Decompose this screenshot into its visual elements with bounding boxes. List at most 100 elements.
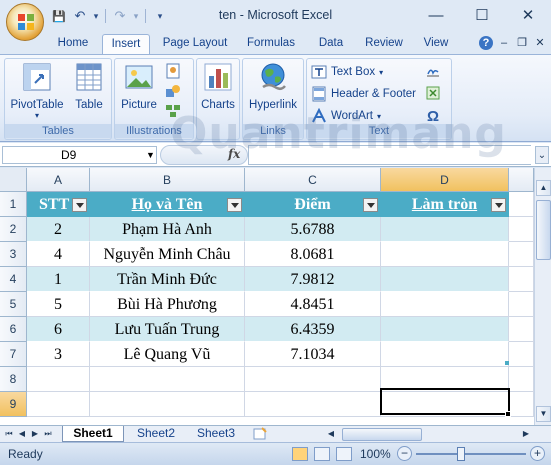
tab-page-layout[interactable]: Page Layout	[158, 34, 232, 54]
zoom-level[interactable]: 100%	[360, 447, 391, 461]
table-cell[interactable]: 7.9812	[245, 267, 381, 292]
page-layout-view-icon[interactable]	[314, 447, 330, 461]
table-button[interactable]: Table	[69, 61, 109, 111]
table-cell[interactable]: Nguyễn Minh Châu	[90, 242, 245, 267]
header-footer-button[interactable]: Header & Footer	[311, 84, 416, 104]
workbook-close-button[interactable]: ✕	[533, 36, 547, 50]
workbook-minimize-button[interactable]: –	[497, 36, 511, 50]
table-cell[interactable]: 2	[27, 217, 90, 242]
pivottable-button[interactable]: PivotTable ▾	[9, 61, 65, 120]
table-cell[interactable]: Trần Minh Đức	[90, 267, 245, 292]
table-cell[interactable]: 6	[27, 317, 90, 342]
empty-cell[interactable]	[509, 217, 534, 242]
object-icon[interactable]	[425, 85, 441, 101]
empty-cell[interactable]	[509, 292, 534, 317]
sheet-tab-sheet3[interactable]: Sheet3	[188, 426, 244, 442]
fill-handle[interactable]	[505, 411, 511, 417]
table-cell[interactable]: 6.4359	[245, 317, 381, 342]
table-cell[interactable]: 8.0681	[245, 242, 381, 267]
column-header-b[interactable]: B	[90, 168, 245, 192]
last-sheet-icon[interactable]: ⏭	[43, 428, 53, 440]
filter-dropdown-icon[interactable]	[363, 198, 378, 212]
row-header[interactable]: 6	[0, 317, 27, 342]
prev-sheet-icon[interactable]: ◀	[17, 428, 27, 440]
scroll-left-icon[interactable]: ◀	[326, 428, 336, 440]
insert-function-icon[interactable]: fx	[228, 147, 240, 161]
zoom-in-icon[interactable]: +	[530, 446, 545, 461]
normal-view-icon[interactable]	[292, 447, 308, 461]
table-resize-handle[interactable]	[505, 361, 509, 365]
zoom-slider-thumb[interactable]	[457, 447, 465, 461]
symbol-icon[interactable]: Ω	[427, 106, 439, 126]
charts-button[interactable]: Charts	[199, 61, 237, 111]
horizontal-scrollbar[interactable]: ◀ ▶	[318, 427, 533, 442]
table-cell[interactable]: Lưu Tuấn Trung	[90, 317, 245, 342]
text-box-button[interactable]: Text Box ▾	[311, 62, 383, 82]
table-cell[interactable]: 7.1034	[245, 342, 381, 367]
scroll-right-icon[interactable]: ▶	[521, 428, 531, 440]
filter-dropdown-icon[interactable]	[72, 198, 87, 212]
close-button[interactable]: ✕	[505, 0, 551, 30]
empty-cell[interactable]	[509, 317, 534, 342]
table-cell[interactable]	[381, 342, 509, 367]
wordart-button[interactable]: WordArt ▾	[311, 106, 381, 126]
table-cell[interactable]: 4	[27, 242, 90, 267]
filter-dropdown-icon[interactable]	[227, 198, 242, 212]
column-header-d[interactable]: D	[381, 168, 509, 192]
row-header[interactable]: 3	[0, 242, 27, 267]
zoom-slider-track[interactable]	[416, 453, 526, 455]
row-header[interactable]: 2	[0, 217, 27, 242]
sheet-tab-sheet1[interactable]: Sheet1	[62, 426, 124, 442]
picture-button[interactable]: Picture	[117, 61, 161, 111]
workbook-restore-button[interactable]: ❐	[515, 36, 529, 50]
empty-cell[interactable]	[509, 367, 534, 392]
table-cell[interactable]: Bùi Hà Phương	[90, 292, 245, 317]
table-cell[interactable]: Phạm Hà Anh	[90, 217, 245, 242]
empty-cell[interactable]	[509, 392, 534, 417]
name-box-dropdown-icon[interactable]: ▼	[146, 150, 155, 160]
table-cell[interactable]: 5	[27, 292, 90, 317]
empty-cell[interactable]	[27, 367, 90, 392]
column-header-c[interactable]: C	[245, 168, 381, 192]
empty-cell[interactable]	[90, 392, 245, 417]
shapes-icon[interactable]	[165, 83, 181, 99]
table-cell[interactable]: Lê Quang Vũ	[90, 342, 245, 367]
empty-cell[interactable]	[27, 392, 90, 417]
hyperlink-button[interactable]: Hyperlink	[245, 61, 301, 111]
table-cell[interactable]	[381, 242, 509, 267]
column-header-a[interactable]: A	[27, 168, 90, 192]
table-cell[interactable]: 4.8451	[245, 292, 381, 317]
row-header[interactable]: 1	[0, 192, 27, 217]
first-sheet-icon[interactable]: ⏮	[4, 428, 14, 440]
table-cell[interactable]: 3	[27, 342, 90, 367]
table-header-cell[interactable]: Điểm	[245, 192, 381, 217]
row-header[interactable]: 8	[0, 367, 27, 392]
row-header[interactable]: 5	[0, 292, 27, 317]
table-cell[interactable]	[381, 217, 509, 242]
select-all-corner[interactable]	[0, 168, 27, 192]
empty-cell[interactable]	[509, 242, 534, 267]
page-break-preview-icon[interactable]	[336, 447, 352, 461]
empty-cell[interactable]	[90, 367, 245, 392]
empty-cell[interactable]	[509, 342, 534, 367]
table-header-cell[interactable]: STT	[27, 192, 90, 217]
row-header[interactable]: 9	[0, 392, 27, 417]
table-cell[interactable]: 5.6788	[245, 217, 381, 242]
clip-art-icon[interactable]	[165, 63, 181, 79]
empty-cell[interactable]	[245, 367, 381, 392]
tab-insert[interactable]: Insert	[102, 34, 150, 54]
office-button[interactable]	[6, 3, 44, 41]
tab-formulas[interactable]: Formulas	[242, 34, 300, 54]
expand-formula-bar-icon[interactable]: ⌄	[535, 146, 549, 164]
tab-data[interactable]: Data	[312, 34, 350, 54]
filter-dropdown-icon[interactable]	[491, 198, 506, 212]
sheet-tab-sheet2[interactable]: Sheet2	[128, 426, 184, 442]
vertical-scroll-thumb[interactable]	[536, 200, 551, 260]
empty-cell[interactable]	[509, 192, 534, 217]
tab-review[interactable]: Review	[360, 34, 408, 54]
worksheet-grid[interactable]: A B C D 1 STT Họ và Tên Điểm Làm tròn 2 2 Phạm …	[0, 168, 551, 425]
scroll-down-icon[interactable]: ▼	[536, 406, 551, 422]
formula-input[interactable]	[248, 145, 531, 165]
table-cell[interactable]	[381, 317, 509, 342]
table-cell[interactable]	[381, 267, 509, 292]
